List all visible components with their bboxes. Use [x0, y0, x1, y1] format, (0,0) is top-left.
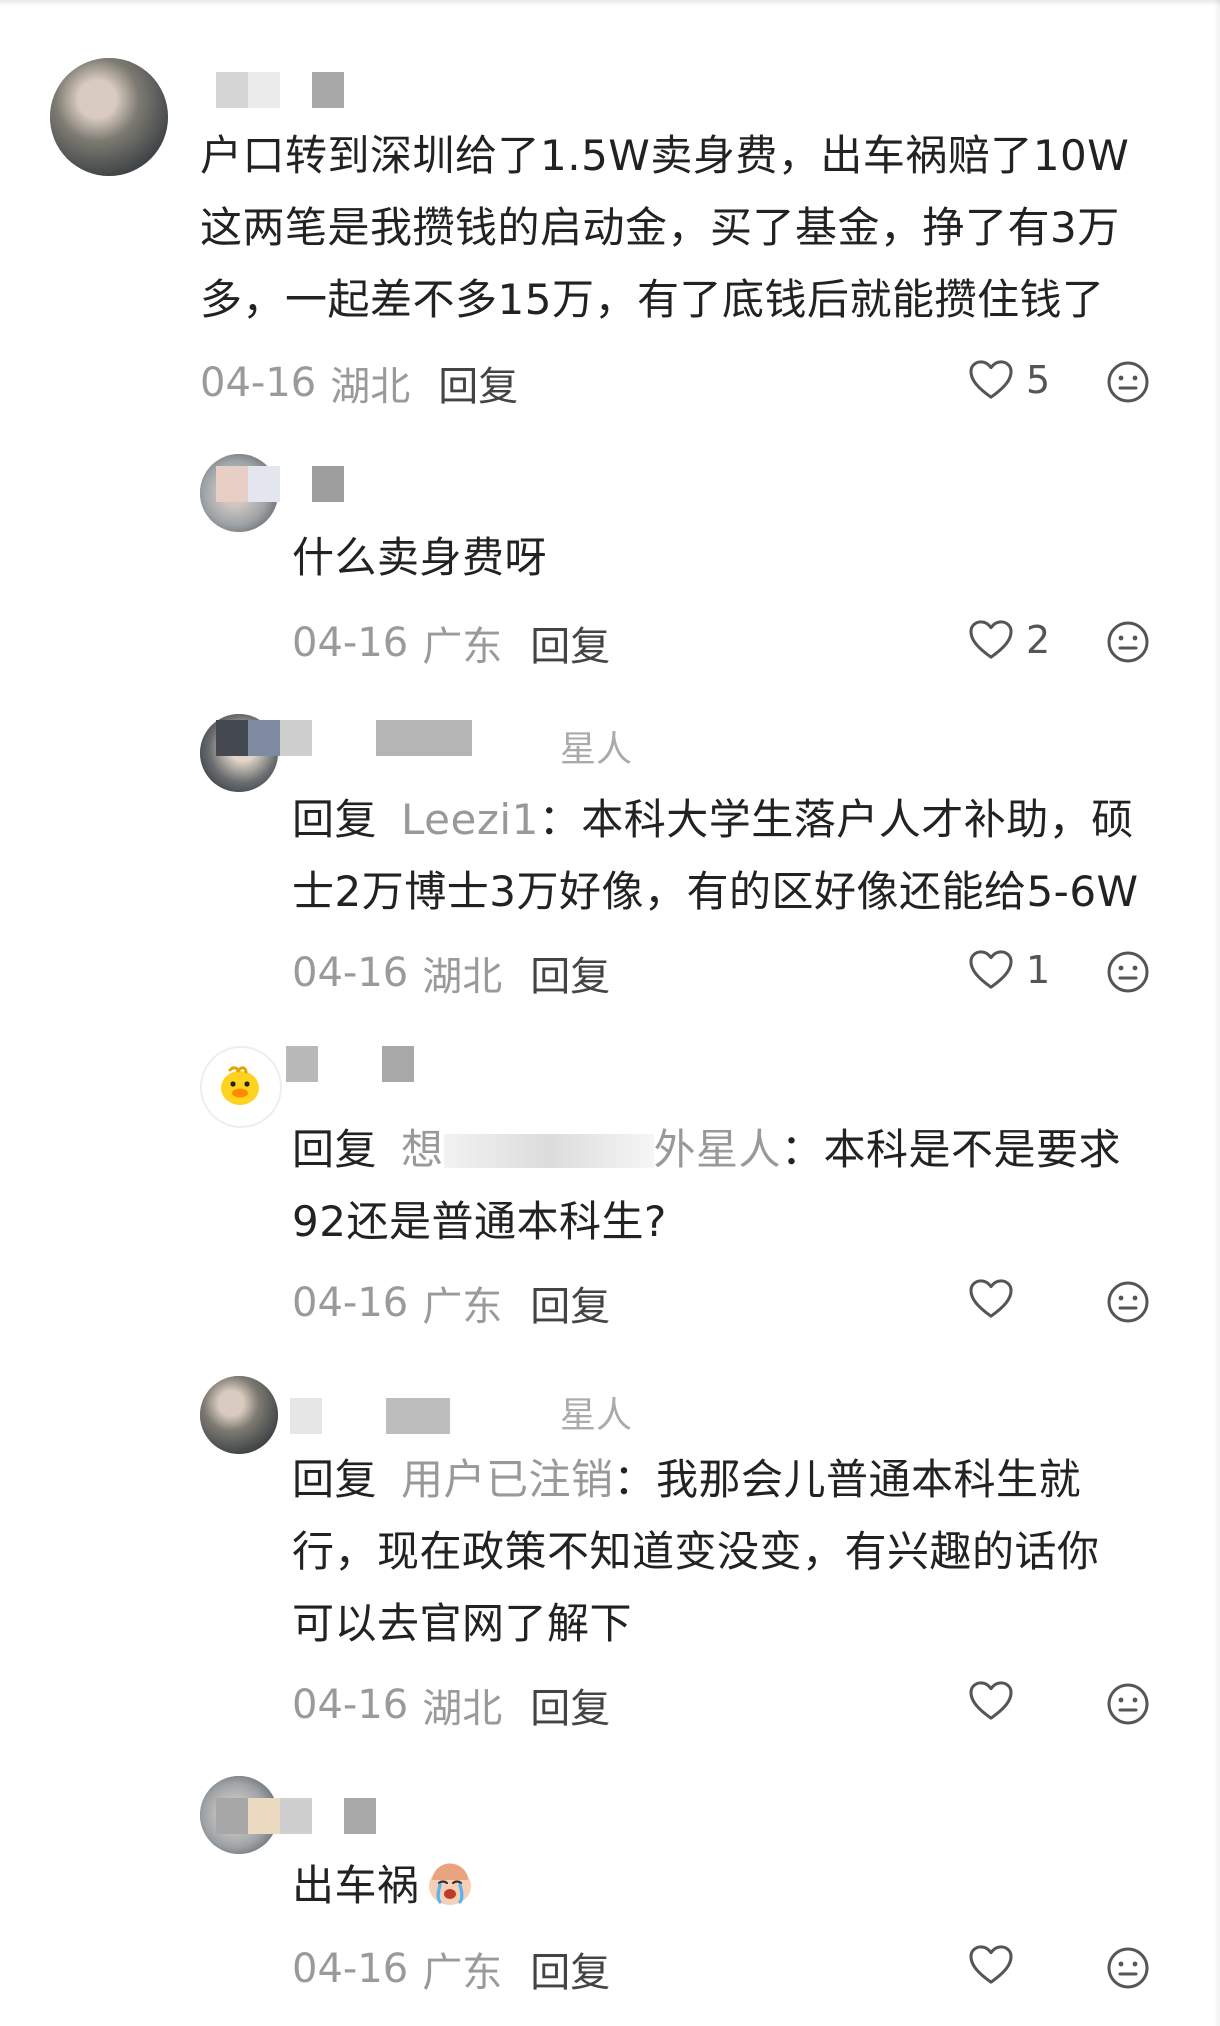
comment-text: 什么卖身费呀 [292, 533, 548, 582]
username-redacted [443, 1134, 654, 1168]
heart-outline-icon [969, 1945, 1013, 1984]
username-redacted[interactable] [216, 1798, 376, 1834]
comment-meta: 04-16 广东 回复 [292, 1278, 610, 1330]
comment-region: 广东 [422, 624, 503, 670]
username-fragment: 星人 [560, 729, 633, 770]
avatar[interactable] [200, 1376, 278, 1454]
like-button[interactable]: 2 [968, 618, 1050, 662]
reply-button[interactable]: 回复 [530, 1676, 610, 1734]
comment-region: 湖北 [422, 1686, 503, 1732]
reply-prefix: 回复 [292, 1125, 378, 1174]
comment-region: 湖北 [422, 954, 503, 1000]
comment-date: 04-16 [292, 950, 409, 996]
comment-date: 04-16 [200, 360, 317, 406]
avatar[interactable] [200, 1046, 282, 1128]
reply-target-user[interactable]: Leezi1 [401, 795, 539, 844]
comment-region: 广东 [422, 1950, 503, 1996]
username-redacted[interactable] [290, 1398, 450, 1434]
comment-text: 户口转到深圳给了1.5W卖身费，出车祸赔了10W 这两笔是我攒钱的启动金，买了基… [200, 131, 1130, 324]
crying-emoji-icon [428, 1863, 471, 1905]
like-button[interactable]: 5 [968, 358, 1050, 402]
like-count: 2 [1026, 618, 1051, 662]
avatar[interactable] [50, 58, 168, 176]
top-edge [0, 0, 1220, 6]
like-count: 5 [1026, 358, 1051, 402]
neutral-face-icon[interactable] [1106, 1682, 1150, 1726]
comment-region: 湖北 [330, 364, 411, 410]
heart-outline-icon [969, 1681, 1013, 1720]
comment-meta: 04-16 广东 回复 [292, 618, 610, 670]
comment-date: 04-16 [292, 1946, 409, 1992]
username-redacted[interactable] [216, 72, 344, 108]
comment-meta: 04-16 湖北 回复 [292, 1680, 610, 1732]
heart-outline-icon [969, 360, 1013, 399]
like-count: 1 [1026, 948, 1051, 992]
comment-date: 04-16 [292, 1682, 409, 1728]
heart-outline-icon [969, 1279, 1013, 1318]
comment-meta: 04-16 广东 回复 [292, 1944, 610, 1996]
reply-button[interactable]: 回复 [530, 1274, 610, 1332]
reply-prefix: 回复 [292, 795, 378, 844]
neutral-face-icon[interactable] [1106, 1280, 1150, 1324]
heart-outline-icon [969, 950, 1013, 989]
reply-button[interactable]: 回复 [438, 354, 518, 412]
comment-text: 回复 Leezi1：本科大学生落户人才补助，硕 士2万博士3万好像，有的区好像还能… [292, 795, 1139, 916]
comment-text: 出车祸 [292, 1850, 1172, 1922]
reply-button[interactable]: 回复 [530, 944, 610, 1002]
comment-date: 04-16 [292, 620, 409, 666]
comment-text: 回复想外星人：本科是不是要求 92还是普通本科生? [292, 1125, 1122, 1246]
like-button[interactable] [968, 1278, 1014, 1320]
like-button[interactable]: 1 [968, 948, 1050, 992]
like-button[interactable] [968, 1680, 1014, 1722]
username-fragment: 星人 [560, 1395, 633, 1436]
reply-button[interactable]: 回复 [530, 614, 610, 672]
comment-meta: 04-16 湖北 回复 [292, 948, 610, 1000]
neutral-face-icon[interactable] [1106, 620, 1150, 664]
comment-region: 广东 [422, 1284, 503, 1330]
reply-target-user[interactable]: 用户已注销 [401, 1455, 614, 1504]
reply-target-user[interactable]: 想外星人 [401, 1125, 781, 1174]
comment-date: 04-16 [292, 1280, 409, 1326]
like-button[interactable] [968, 1944, 1014, 1986]
heart-outline-icon [969, 620, 1013, 659]
comment-text: 回复 用户已注销：我那会儿普通本科生就 行，现在政策不知道变没变，有兴趣的话你 可… [292, 1455, 1100, 1648]
scroll-edge [1214, 0, 1220, 2026]
reply-button[interactable]: 回复 [530, 1940, 610, 1998]
username-redacted[interactable] [216, 466, 344, 502]
neutral-face-icon[interactable] [1106, 360, 1150, 404]
duck-icon [221, 1066, 259, 1105]
comment-meta: 04-16 湖北 回复 [200, 358, 518, 410]
username-redacted[interactable] [216, 720, 472, 756]
reply-prefix: 回复 [292, 1455, 378, 1504]
username-redacted[interactable] [286, 1046, 414, 1082]
neutral-face-icon[interactable] [1106, 1946, 1150, 1990]
neutral-face-icon[interactable] [1106, 950, 1150, 994]
